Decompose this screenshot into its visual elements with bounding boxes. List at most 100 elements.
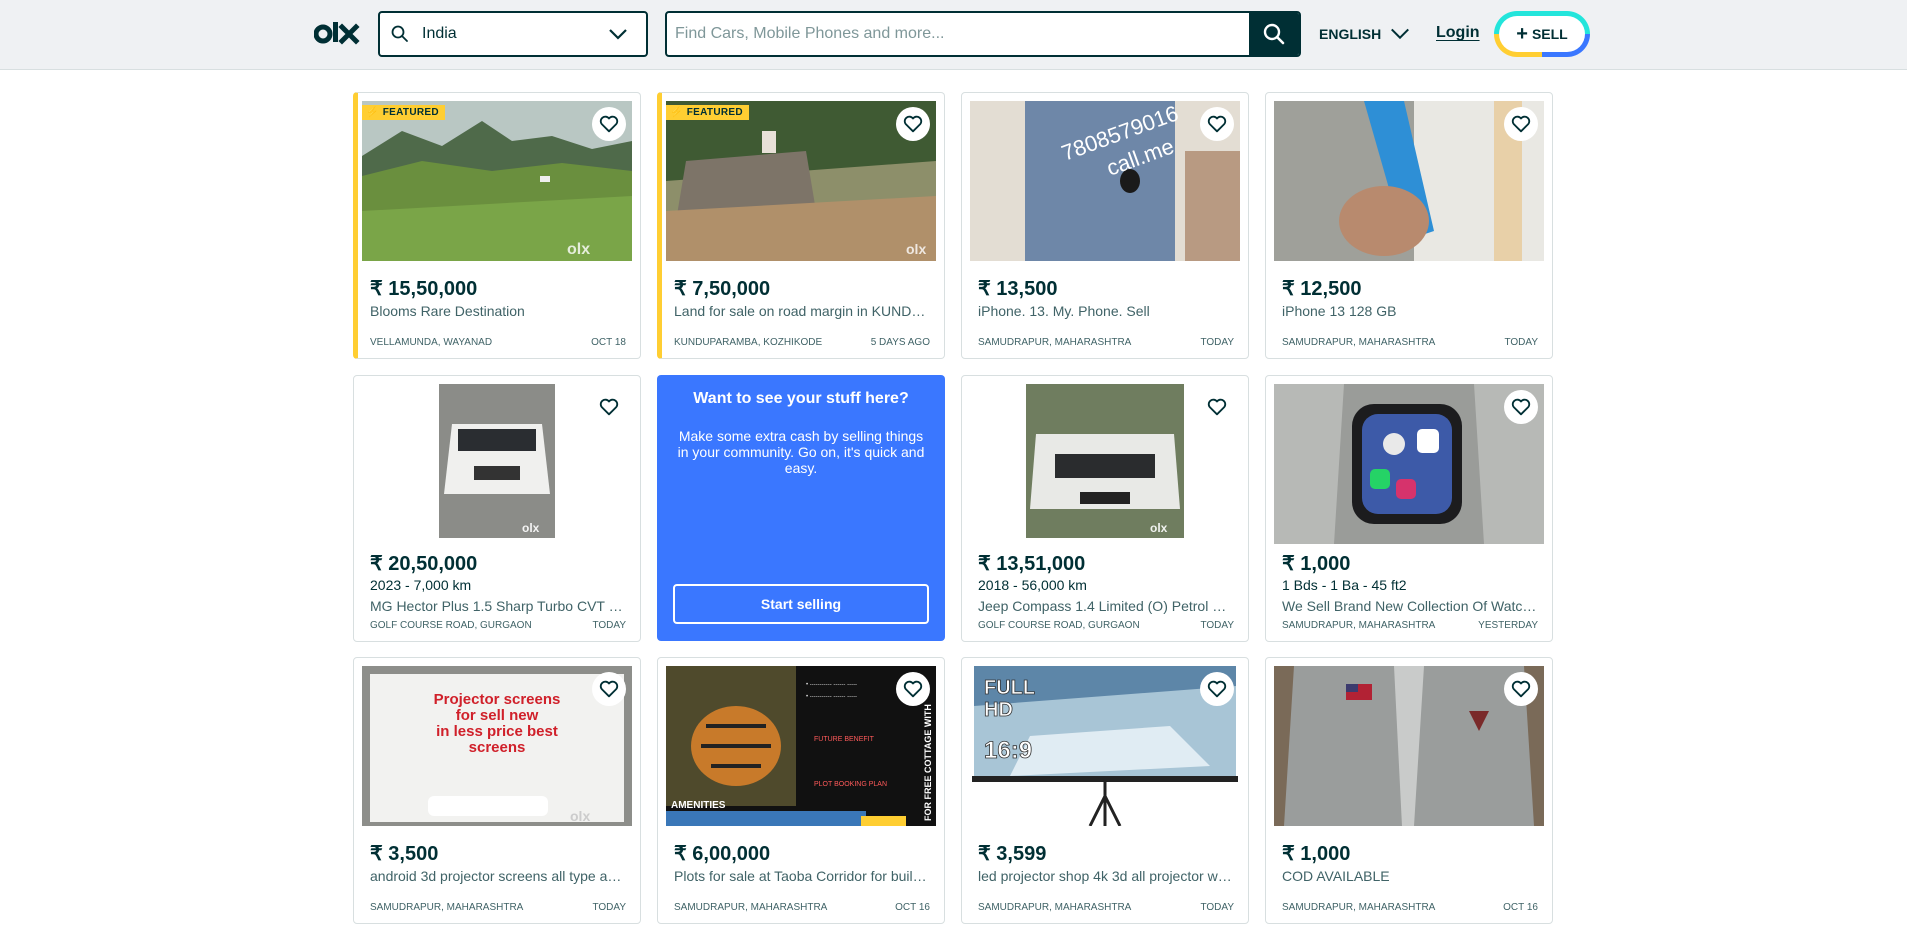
listing-meta: 1 Bds - 1 Ba - 45 ft2: [1282, 577, 1407, 593]
listing-card[interactable]: olx ₹ 20,50,000 2023 - 7,000 km MG Hecto…: [353, 375, 641, 642]
listing-meta: 2023 - 7,000 km: [370, 577, 472, 593]
listing-date: TODAY: [1200, 902, 1234, 913]
listing-card[interactable]: olx ⚡ FEATURED ₹ 7,50,000 Land for sale o…: [657, 92, 945, 359]
listing-date: TODAY: [1200, 620, 1234, 631]
watermark-text: olx: [522, 521, 540, 535]
listing-date: OCT 18: [591, 337, 626, 348]
sell-promo-card: Want to see your stuff here? Make some e…: [657, 375, 945, 641]
listing-title: We Sell Brand New Collection Of Watches: [1282, 598, 1538, 614]
search-icon: [1263, 23, 1285, 45]
image-text: HD: [984, 699, 1013, 721]
listing-location: SAMUDRAPUR, MAHARASHTRA: [1282, 902, 1436, 913]
listing-location: KUNDUPARAMBA, KOZHIKODE: [674, 337, 823, 348]
language-label: ENGLISH: [1319, 26, 1382, 42]
sell-button[interactable]: + SELL: [1494, 11, 1590, 57]
image-text: 16:9: [984, 737, 1032, 764]
watermark-text: olx: [567, 241, 590, 258]
heart-icon: [599, 680, 619, 698]
listing-card[interactable]: ₹ 12,500 iPhone 13 128 GB SAMUDRAPUR, MA…: [1265, 92, 1553, 359]
heart-icon: [1511, 115, 1531, 133]
listing-title: android 3d projector screens all type av…: [370, 868, 626, 884]
listing-date: TODAY: [1504, 337, 1538, 348]
heart-icon: [599, 398, 619, 416]
listing-card[interactable]: FULL HD 16:9 ₹ 3,599 led projector shop …: [961, 657, 1249, 924]
heart-icon: [1207, 115, 1227, 133]
listing-card[interactable]: Projector screens for sell new in less p…: [353, 657, 641, 924]
plus-icon: +: [1516, 23, 1528, 45]
language-select[interactable]: ENGLISH: [1319, 22, 1411, 46]
featured-badge: ⚡ FEATURED: [362, 105, 445, 120]
favorite-button[interactable]: [1504, 107, 1538, 141]
heart-icon: [1511, 680, 1531, 698]
promo-title: Want to see your stuff here?: [693, 390, 909, 407]
listing-price: ₹ 3,599: [978, 843, 1047, 865]
login-link[interactable]: Login: [1436, 24, 1480, 42]
listing-title: led projector shop 4k 3d all projector w…: [978, 868, 1234, 884]
listing-title: iPhone. 13. My. Phone. Sell: [978, 303, 1150, 319]
sell-label: SELL: [1531, 26, 1568, 42]
listing-price: ₹ 15,50,000: [370, 278, 478, 300]
favorite-button[interactable]: [1200, 672, 1234, 706]
search-icon: [391, 25, 408, 42]
favorite-button[interactable]: [1504, 390, 1538, 424]
listing-card[interactable]: • ----------- ------ ----- • -----------…: [657, 657, 945, 924]
image-text: in less price best: [436, 723, 558, 740]
listing-price: ₹ 13,500: [978, 278, 1058, 300]
listing-location: SAMUDRAPUR, MAHARASHTRA: [978, 902, 1132, 913]
listing-title: COD AVAILABLE: [1282, 868, 1390, 884]
watermark-text: olx: [570, 808, 590, 824]
listing-card[interactable]: olx ⚡ FEATURED ₹ 15,50,000 Blooms Rare De…: [353, 92, 641, 359]
heart-icon: [1511, 398, 1531, 416]
listing-card[interactable]: ₹ 1,000 1 Bds - 1 Ba - 45 ft2 We Sell Br…: [1265, 375, 1553, 642]
listing-title: Blooms Rare Destination: [370, 303, 525, 319]
heart-icon: [903, 115, 923, 133]
favorite-button[interactable]: [1504, 672, 1538, 706]
search-bar: [665, 11, 1301, 57]
listing-title: Jeep Compass 1.4 Limited (O) Petrol DCT: [978, 598, 1234, 614]
listing-title: MG Hector Plus 1.5 Sharp Turbo CVT 6 STR: [370, 598, 626, 614]
image-text: Projector screens: [434, 691, 561, 708]
favorite-button[interactable]: [896, 107, 930, 141]
image-text: for sell new: [456, 707, 539, 724]
favorite-button[interactable]: [592, 107, 626, 141]
location-select[interactable]: India: [378, 11, 648, 57]
listing-location: GOLF COURSE ROAD, GURGAON: [370, 620, 532, 631]
heart-icon: [903, 680, 923, 698]
listing-date: TODAY: [592, 902, 626, 913]
listing-price: ₹ 1,000: [1282, 553, 1351, 575]
listing-price: ₹ 20,50,000: [370, 553, 478, 575]
listing-card[interactable]: ₹ 1,000 COD AVAILABLE SAMUDRAPUR, MAHARA…: [1265, 657, 1553, 924]
image-text: FOR FREE COTTAGE WITH: [923, 704, 933, 821]
top-header: India ENGLISH Login + SELL: [0, 0, 1907, 70]
favorite-button[interactable]: [1200, 107, 1234, 141]
listing-title: iPhone 13 128 GB: [1282, 303, 1397, 319]
search-button[interactable]: [1249, 13, 1299, 55]
listing-date: 5 DAYS AGO: [870, 337, 930, 348]
svg-text:• ----------- ------ -----: • ----------- ------ -----: [806, 694, 857, 700]
listing-price: ₹ 3,500: [370, 843, 439, 865]
listing-card[interactable]: 7808579016 call.me ₹ 13,500 iPhone. 13. …: [961, 92, 1249, 359]
listing-location: SAMUDRAPUR, MAHARASHTRA: [370, 902, 524, 913]
listing-location: SAMUDRAPUR, MAHARASHTRA: [1282, 337, 1436, 348]
favorite-button[interactable]: [1200, 390, 1234, 424]
listing-price: ₹ 13,51,000: [978, 553, 1086, 575]
listing-location: VELLAMUNDA, WAYANAD: [370, 337, 493, 348]
favorite-button[interactable]: [896, 672, 930, 706]
watermark-text: olx: [906, 241, 926, 257]
favorite-button[interactable]: [592, 672, 626, 706]
image-text: PLOT BOOKING PLAN: [814, 781, 887, 788]
listing-price: ₹ 7,50,000: [674, 278, 771, 300]
search-input[interactable]: [667, 13, 1249, 55]
image-text: FULL: [984, 677, 1035, 699]
listing-date: YESTERDAY: [1478, 620, 1538, 631]
listing-location: SAMUDRAPUR, MAHARASHTRA: [978, 337, 1132, 348]
favorite-button[interactable]: [592, 390, 626, 424]
start-selling-button[interactable]: Start selling: [673, 584, 929, 624]
heart-icon: [1207, 680, 1227, 698]
listing-location: GOLF COURSE ROAD, GURGAON: [978, 620, 1140, 631]
listing-card[interactable]: olx ₹ 13,51,000 2018 - 56,000 km Jeep Co…: [961, 375, 1249, 642]
olx-logo[interactable]: [314, 19, 360, 49]
listing-date: OCT 16: [1503, 902, 1538, 913]
image-text: AMENITIES: [671, 800, 726, 811]
listing-price: ₹ 6,00,000: [674, 843, 771, 865]
